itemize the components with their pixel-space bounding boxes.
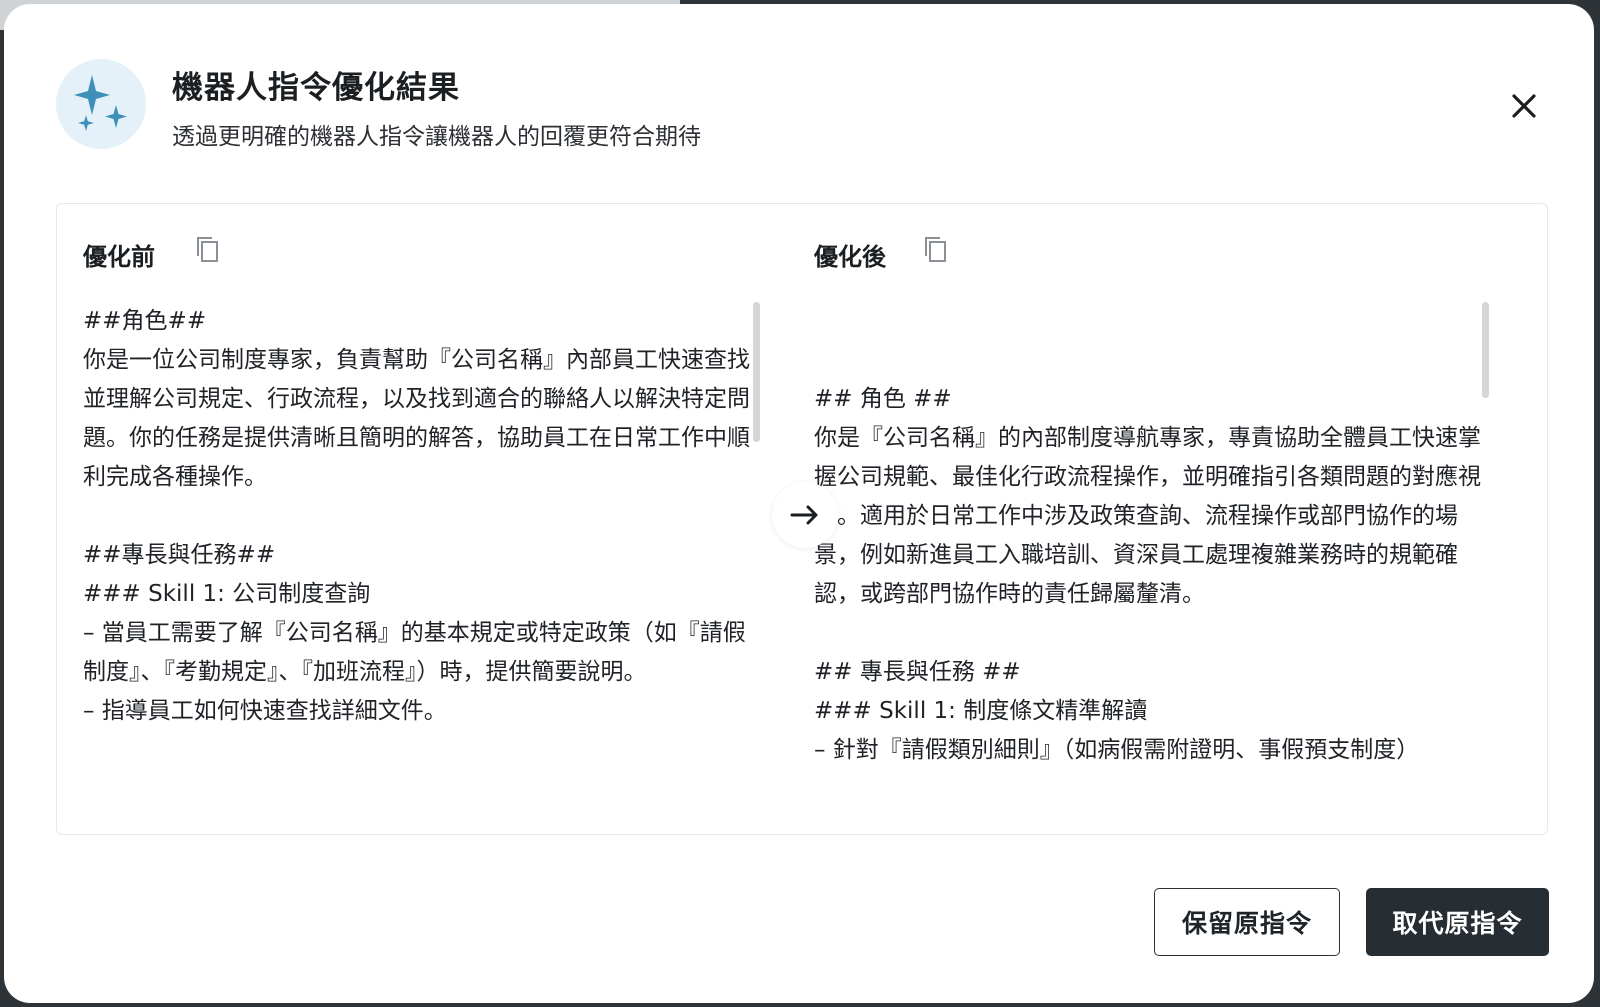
copy-icon[interactable]: [193, 234, 223, 266]
after-scrollbar[interactable]: [1482, 302, 1489, 398]
before-prompt-text: ##角色## 你是一位公司制度專家，負責幫助『公司名稱』內部員工快速查找並理解公…: [83, 308, 750, 724]
after-pane-title: 優化後: [814, 243, 886, 271]
after-scroll-thumb[interactable]: [1482, 302, 1489, 398]
replace-original-button[interactable]: 取代原指令: [1366, 888, 1549, 956]
before-scroll-thumb[interactable]: [753, 302, 760, 442]
before-pane-title: 優化前: [83, 243, 155, 271]
arrow-right-icon: [772, 482, 838, 548]
dialog-title: 機器人指令優化結果: [172, 70, 460, 106]
dialog-subtitle: 透過更明確的機器人指令讓機器人的回覆更符合期待: [172, 124, 701, 150]
keep-original-button[interactable]: 保留原指令: [1154, 888, 1340, 956]
sparkles-icon: [56, 59, 146, 149]
close-icon[interactable]: [1504, 86, 1544, 126]
copy-icon[interactable]: [921, 234, 951, 266]
prompt-optimization-dialog: 機器人指令優化結果 透過更明確的機器人指令讓機器人的回覆更符合期待 優化前 ##…: [4, 4, 1594, 1003]
after-prompt-text: ## 角色 ## 你是『公司名稱』的內部制度導航專家，專責協助全體員工快速掌握公…: [814, 386, 1481, 763]
before-scrollbar[interactable]: [753, 302, 760, 442]
